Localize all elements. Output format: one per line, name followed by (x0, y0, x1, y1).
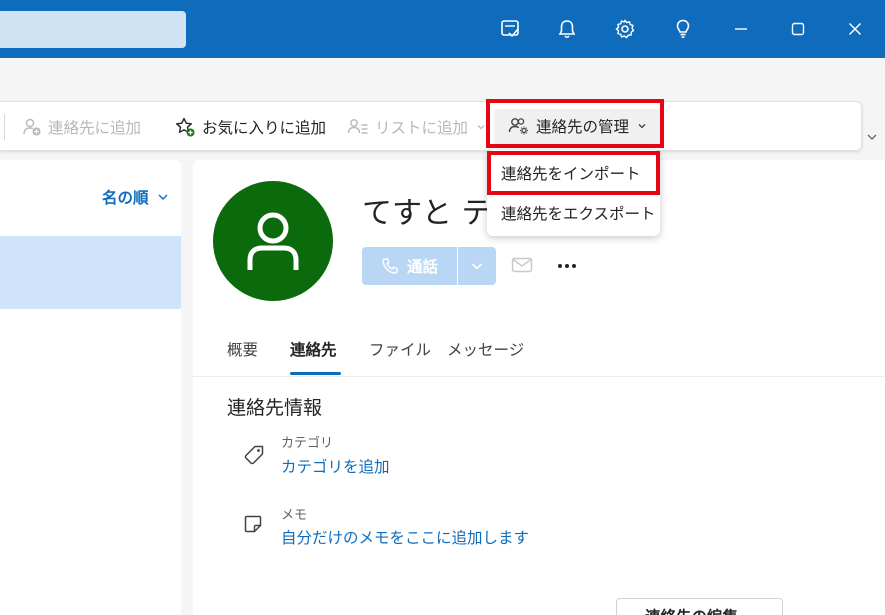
sort-label: 名の順 (102, 189, 149, 207)
ribbon-divider (4, 114, 5, 140)
phone-icon (382, 258, 398, 274)
tab-overview[interactable]: 概要 (227, 338, 258, 360)
chevron-down-icon (158, 194, 168, 200)
import-highlight (487, 151, 660, 195)
tab-contact[interactable]: 連絡先 (290, 338, 337, 360)
add-category-link[interactable]: カテゴリを追加 (281, 455, 390, 477)
tag-icon (243, 444, 265, 470)
manage-contacts-highlight (486, 99, 664, 148)
contact-list-panel (0, 160, 181, 615)
tab-files[interactable]: ファイル (369, 338, 431, 360)
sort-button[interactable]: 名の順 (102, 186, 169, 208)
ribbon-expand-icon[interactable] (866, 128, 878, 147)
contact-name: てすと テスト (362, 196, 488, 228)
search-box[interactable] (0, 11, 186, 48)
contact-info-heading: 連絡先情報 (227, 397, 323, 419)
add-contact-label: 連絡先に追加 (48, 119, 142, 137)
memo-label: メモ (281, 508, 308, 523)
todo-icon[interactable] (495, 14, 525, 44)
lightbulb-icon[interactable] (668, 14, 698, 44)
add-to-list-label: リストに追加 (375, 119, 469, 137)
edit-contact-label: 連絡先の編集 (645, 605, 738, 615)
chevron-down-icon (471, 263, 483, 270)
add-to-list-button[interactable]: リストに追加 (347, 102, 486, 152)
minimize-icon[interactable] (726, 14, 756, 44)
tab-messages[interactable]: メッセージ (447, 338, 524, 360)
edit-contact-button[interactable]: 連絡先の編集 (616, 598, 783, 615)
selected-contact-row[interactable] (0, 236, 181, 309)
add-memo-link[interactable]: 自分だけのメモをここに追加します (281, 526, 529, 548)
chevron-down-icon (477, 125, 485, 130)
note-icon (243, 514, 263, 538)
tabs-divider (193, 376, 885, 377)
contact-avatar (213, 181, 333, 301)
maximize-icon[interactable] (783, 14, 813, 44)
star-add-icon (176, 117, 195, 137)
category-label: カテゴリ (281, 436, 334, 451)
person-add-icon (23, 118, 41, 136)
title-bar (0, 0, 885, 58)
bell-icon[interactable] (552, 14, 582, 44)
add-favorite-label: お気に入りに追加 (202, 119, 327, 137)
call-label: 通話 (406, 258, 438, 276)
more-options-icon[interactable] (556, 256, 578, 276)
add-favorite-button[interactable]: お気に入りに追加 (174, 102, 326, 152)
gear-icon[interactable] (610, 14, 640, 44)
active-tab-indicator (290, 372, 341, 375)
add-contact-button[interactable]: 連絡先に追加 (22, 102, 141, 152)
menu-item-export[interactable]: 連絡先をエクスポート (501, 202, 656, 224)
people-list-icon (347, 119, 368, 134)
close-icon[interactable] (840, 14, 870, 44)
call-button[interactable]: 通話 (362, 247, 457, 285)
ribbon-toolbar: 連絡先に追加 お気に入りに追加 リストに追加 (0, 101, 862, 151)
person-icon (247, 212, 299, 270)
call-options-button[interactable] (458, 247, 496, 285)
mail-icon[interactable] (511, 256, 533, 278)
